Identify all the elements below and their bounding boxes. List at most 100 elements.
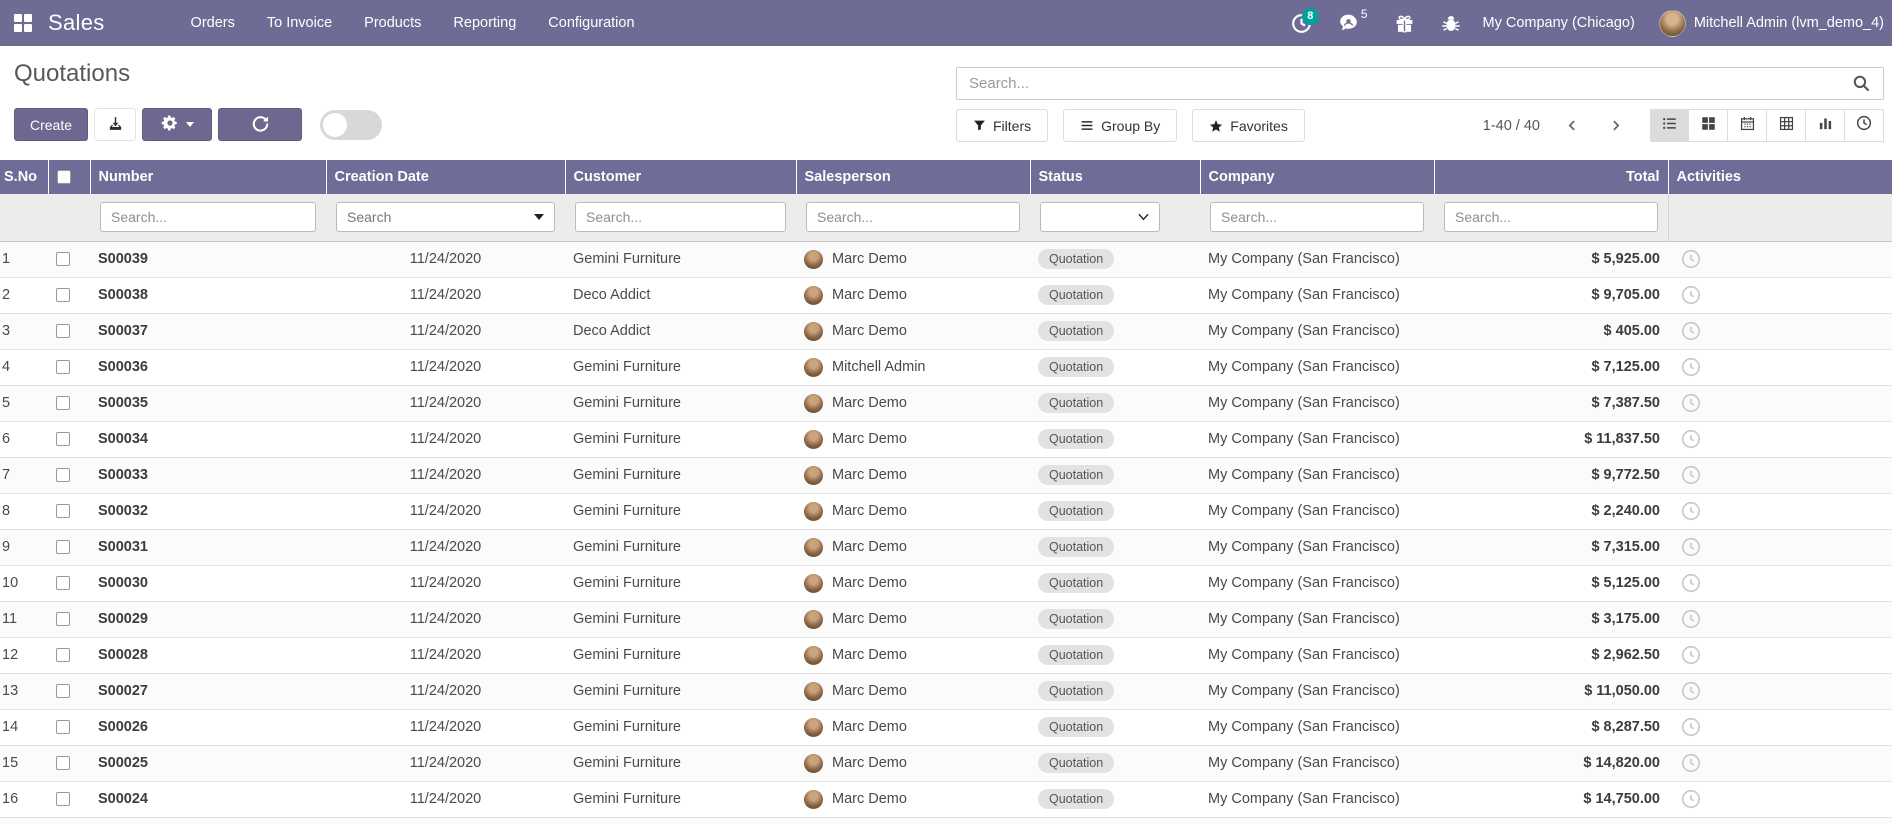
quotation-row[interactable]: 16 S00024 11/24/2020 Gemini Furniture Ma… (0, 781, 1892, 817)
row-checkbox[interactable] (56, 432, 70, 446)
calendar-view-button[interactable] (1728, 109, 1767, 142)
header-sno[interactable]: S.No (0, 160, 48, 194)
menu-configuration[interactable]: Configuration (532, 0, 650, 46)
quotation-number[interactable]: S00028 (90, 637, 326, 673)
schedule-activity-icon[interactable] (1676, 716, 1884, 738)
bug-icon[interactable] (1441, 13, 1461, 34)
header-salesperson[interactable]: Salesperson (796, 160, 1030, 194)
filters-button[interactable]: Filters (956, 109, 1048, 142)
messages-icon[interactable]: 5 (1338, 13, 1368, 33)
row-checkbox[interactable] (56, 612, 70, 626)
quotation-row[interactable]: 7 S00033 11/24/2020 Gemini Furniture Mar… (0, 457, 1892, 493)
row-checkbox[interactable] (56, 360, 70, 374)
header-creation-date[interactable]: Creation Date (326, 160, 565, 194)
quotation-number[interactable]: S00034 (90, 421, 326, 457)
schedule-activity-icon[interactable] (1676, 284, 1884, 306)
quotation-number[interactable]: S00031 (90, 529, 326, 565)
customer-filter-input[interactable] (575, 202, 786, 232)
schedule-activity-icon[interactable] (1676, 464, 1884, 486)
quotation-number[interactable]: S00038 (90, 277, 326, 313)
kanban-view-button[interactable] (1689, 109, 1728, 142)
schedule-activity-icon[interactable] (1676, 500, 1884, 522)
row-checkbox[interactable] (56, 288, 70, 302)
row-checkbox[interactable] (56, 252, 70, 266)
number-filter-input[interactable] (100, 202, 316, 232)
graph-view-button[interactable] (1806, 109, 1845, 142)
pivot-view-button[interactable] (1767, 109, 1806, 142)
creation-date-filter[interactable]: Search (336, 202, 555, 232)
toggle-switch[interactable] (320, 110, 382, 140)
row-checkbox[interactable] (56, 648, 70, 662)
quotation-number[interactable]: S00032 (90, 493, 326, 529)
schedule-activity-icon[interactable] (1676, 392, 1884, 414)
gift-icon[interactable] (1394, 13, 1415, 34)
quotation-row[interactable]: 6 S00034 11/24/2020 Gemini Furniture Mar… (0, 421, 1892, 457)
quotation-row[interactable]: 8 S00032 11/24/2020 Gemini Furniture Mar… (0, 493, 1892, 529)
header-number[interactable]: Number (90, 160, 326, 194)
quotation-row[interactable]: 15 S00025 11/24/2020 Gemini Furniture Ma… (0, 745, 1892, 781)
quotation-number[interactable]: S00027 (90, 673, 326, 709)
menu-orders[interactable]: Orders (175, 0, 251, 46)
row-checkbox[interactable] (56, 540, 70, 554)
row-checkbox[interactable] (56, 504, 70, 518)
schedule-activity-icon[interactable] (1676, 356, 1884, 378)
quotation-row[interactable]: 1 S00039 11/24/2020 Gemini Furniture Mar… (0, 241, 1892, 277)
select-all-checkbox[interactable] (57, 170, 71, 184)
schedule-activity-icon[interactable] (1676, 644, 1884, 666)
pager-next-icon[interactable] (1605, 114, 1626, 137)
export-button[interactable] (94, 108, 136, 141)
schedule-activity-icon[interactable] (1676, 608, 1884, 630)
status-filter-select[interactable] (1040, 202, 1160, 232)
quotation-row[interactable]: 3 S00037 11/24/2020 Deco Addict Marc Dem… (0, 313, 1892, 349)
schedule-activity-icon[interactable] (1676, 320, 1884, 342)
list-view-button[interactable] (1650, 109, 1689, 142)
header-customer[interactable]: Customer (565, 160, 796, 194)
quotation-row[interactable]: 17 S00023 11/24/2020 Gemini Furniture Ma… (0, 817, 1892, 824)
create-button[interactable]: Create (14, 108, 88, 141)
quotation-row[interactable]: 12 S00028 11/24/2020 Gemini Furniture Ma… (0, 637, 1892, 673)
schedule-activity-icon[interactable] (1676, 536, 1884, 558)
header-total[interactable]: Total (1434, 160, 1668, 194)
schedule-activity-icon[interactable] (1676, 428, 1884, 450)
quotation-number[interactable]: S00036 (90, 349, 326, 385)
header-status[interactable]: Status (1030, 160, 1200, 194)
quotation-row[interactable]: 10 S00030 11/24/2020 Gemini Furniture Ma… (0, 565, 1892, 601)
row-checkbox[interactable] (56, 576, 70, 590)
activity-clock-icon[interactable]: 8 (1291, 13, 1312, 34)
row-checkbox[interactable] (56, 720, 70, 734)
quotation-number[interactable]: S00029 (90, 601, 326, 637)
salesperson-filter-input[interactable] (806, 202, 1020, 232)
quotation-number[interactable]: S00030 (90, 565, 326, 601)
total-filter-input[interactable] (1444, 202, 1658, 232)
quotation-row[interactable]: 13 S00027 11/24/2020 Gemini Furniture Ma… (0, 673, 1892, 709)
quotation-row[interactable]: 11 S00029 11/24/2020 Gemini Furniture Ma… (0, 601, 1892, 637)
row-checkbox[interactable] (56, 756, 70, 770)
favorites-button[interactable]: Favorites (1192, 109, 1305, 142)
row-checkbox[interactable] (56, 324, 70, 338)
search-input[interactable] (957, 75, 1852, 92)
action-gear-button[interactable] (142, 108, 212, 141)
user-menu[interactable]: Mitchell Admin (lvm_demo_4) (1659, 10, 1884, 37)
pager-previous-icon[interactable] (1562, 114, 1583, 137)
quotation-number[interactable]: S00039 (90, 241, 326, 277)
menu-products[interactable]: Products (348, 0, 437, 46)
quotation-number[interactable]: S00026 (90, 709, 326, 745)
quotation-number[interactable]: S00023 (90, 817, 326, 824)
quotation-number[interactable]: S00025 (90, 745, 326, 781)
quotation-row[interactable]: 4 S00036 11/24/2020 Gemini Furniture Mit… (0, 349, 1892, 385)
group-by-button[interactable]: Group By (1063, 109, 1177, 142)
quotation-row[interactable]: 5 S00035 11/24/2020 Gemini Furniture Mar… (0, 385, 1892, 421)
row-checkbox[interactable] (56, 792, 70, 806)
company-filter-input[interactable] (1210, 202, 1424, 232)
quotation-number[interactable]: S00033 (90, 457, 326, 493)
search-icon[interactable] (1852, 74, 1871, 93)
schedule-activity-icon[interactable] (1676, 248, 1884, 270)
apps-menu-icon[interactable] (14, 14, 32, 32)
quotation-row[interactable]: 9 S00031 11/24/2020 Gemini Furniture Mar… (0, 529, 1892, 565)
quotation-number[interactable]: S00035 (90, 385, 326, 421)
app-name[interactable]: Sales (48, 10, 105, 36)
quotation-number[interactable]: S00037 (90, 313, 326, 349)
schedule-activity-icon[interactable] (1676, 788, 1884, 810)
schedule-activity-icon[interactable] (1676, 680, 1884, 702)
row-checkbox[interactable] (56, 396, 70, 410)
